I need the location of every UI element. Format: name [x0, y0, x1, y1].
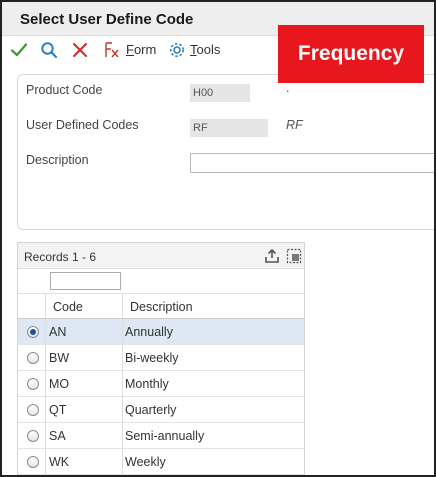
row-description: Weekly	[125, 455, 166, 469]
frequency-annotation: Frequency	[278, 25, 424, 83]
row-code: WK	[49, 455, 70, 469]
column-divider	[45, 423, 46, 448]
row-description: Monthly	[125, 377, 169, 391]
grid-header: Records 1 - 6	[18, 243, 304, 269]
row-code: MO	[49, 377, 70, 391]
udc-label: User Defined Codes	[26, 118, 139, 132]
records-count: Records 1 - 6	[24, 250, 97, 264]
table-row[interactable]: MO Monthly	[18, 371, 304, 397]
product-code-field: H00	[190, 84, 250, 102]
search-icon[interactable]	[37, 38, 61, 62]
row-code: QT	[49, 403, 67, 417]
export-icon[interactable]	[262, 246, 282, 266]
udc-field: RF	[190, 119, 268, 137]
column-divider	[45, 397, 46, 422]
product-code-label: Product Code	[26, 83, 103, 97]
records-grid: Records 1 - 6 Code Description AN Annual…	[17, 242, 305, 475]
tools-menu-button[interactable]: Tools	[190, 42, 220, 57]
row-select-radio[interactable]	[27, 404, 39, 416]
grid-format-icon[interactable]	[284, 246, 304, 266]
column-divider	[122, 397, 123, 422]
row-select-radio[interactable]	[27, 352, 39, 364]
window-title: Select User Define Code	[20, 11, 194, 28]
column-divider	[45, 449, 46, 474]
column-header-row: Code Description	[18, 293, 304, 319]
description-label: Description	[26, 153, 89, 167]
row-select-radio[interactable]	[27, 430, 39, 442]
product-code-description: .	[286, 81, 290, 95]
check-icon[interactable]	[7, 38, 31, 62]
table-row[interactable]: QT Quarterly	[18, 397, 304, 423]
column-divider	[122, 371, 123, 396]
column-divider	[45, 319, 46, 344]
table-row[interactable]: AN Annually	[18, 319, 304, 345]
table-row[interactable]: WK Weekly	[18, 449, 304, 475]
row-description: Bi-weekly	[125, 351, 179, 365]
column-header-description[interactable]: Description	[130, 300, 193, 314]
column-divider	[122, 319, 123, 344]
column-divider	[45, 294, 46, 318]
column-divider	[45, 345, 46, 370]
form-menu-button[interactable]: Form	[126, 42, 156, 57]
row-description: Semi-annually	[125, 429, 205, 443]
udc-description: RF	[286, 118, 303, 132]
row-description: Annually	[125, 325, 173, 339]
column-divider	[122, 423, 123, 448]
table-row[interactable]: SA Semi-annually	[18, 423, 304, 449]
dialog-window: Select User Define Code Form Tools Frequ…	[0, 0, 436, 477]
description-input[interactable]	[190, 153, 434, 173]
form-menu-icon[interactable]	[100, 38, 124, 62]
row-select-radio[interactable]	[27, 326, 39, 338]
qbe-row	[18, 269, 304, 293]
row-select-radio[interactable]	[27, 456, 39, 468]
column-header-code[interactable]: Code	[53, 300, 83, 314]
row-code: SA	[49, 429, 66, 443]
header-form: Product Code H00 . User Defined Codes RF…	[17, 74, 434, 230]
column-divider	[122, 345, 123, 370]
column-divider	[45, 371, 46, 396]
table-row[interactable]: BW Bi-weekly	[18, 345, 304, 371]
column-divider	[122, 449, 123, 474]
column-divider	[122, 294, 123, 318]
row-select-radio[interactable]	[27, 378, 39, 390]
row-code: BW	[49, 351, 70, 365]
gear-icon[interactable]	[165, 38, 189, 62]
qbe-code-input[interactable]	[50, 272, 121, 290]
close-icon[interactable]	[68, 38, 92, 62]
row-description: Quarterly	[125, 403, 177, 417]
row-code: AN	[49, 325, 67, 339]
